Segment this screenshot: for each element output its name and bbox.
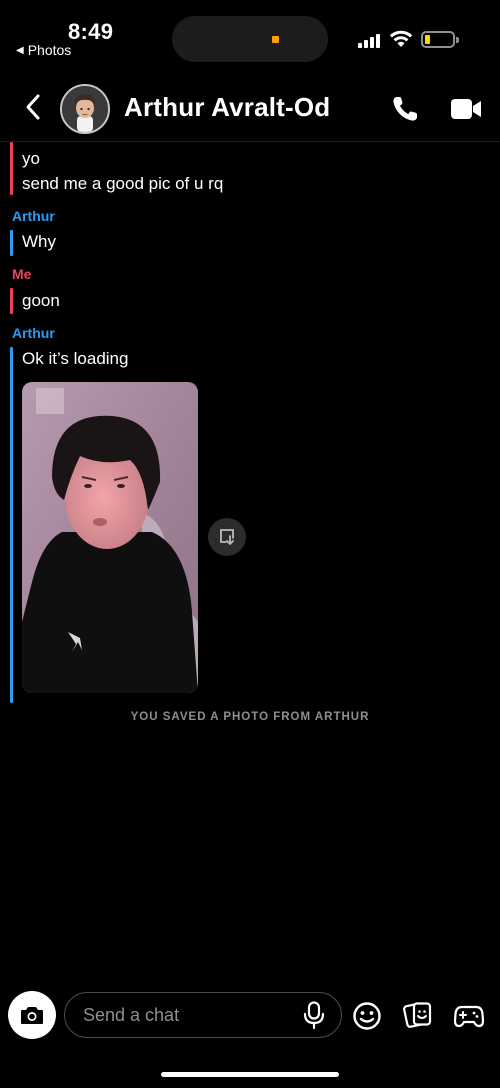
microphone-icon[interactable]	[302, 1001, 326, 1029]
message-text[interactable]: yo	[22, 149, 40, 169]
video-camera-icon[interactable]	[450, 96, 482, 122]
home-indicator[interactable]	[161, 1072, 339, 1077]
recording-indicator	[272, 36, 279, 43]
chat-header: Arthur Avralt-Od	[0, 70, 500, 142]
message-text[interactable]: Ok it’s loading	[22, 349, 128, 369]
back-app-label: Photos	[27, 42, 72, 58]
save-to-camera-roll-button[interactable]	[208, 518, 246, 556]
phone-icon[interactable]	[390, 94, 420, 124]
chevron-left-icon[interactable]	[20, 92, 48, 122]
sender-label: Me	[12, 266, 32, 282]
back-triangle-icon: ◀	[16, 44, 24, 56]
wifi-icon	[389, 30, 413, 47]
sender-label: Arthur	[12, 325, 55, 341]
cellular-signal-icon	[358, 34, 380, 48]
message-bar-me	[10, 288, 13, 314]
save-icon	[220, 529, 234, 545]
sender-label: Arthur	[12, 208, 55, 224]
status-bar: 8:49 ◀ Photos	[0, 0, 500, 70]
message-text[interactable]: goon	[22, 291, 60, 311]
message-bar-arthur	[10, 347, 13, 703]
avatar[interactable]	[60, 84, 110, 134]
camera-icon	[21, 1007, 43, 1024]
game-controller-icon[interactable]	[454, 1002, 484, 1030]
message-text[interactable]: Why	[22, 232, 56, 252]
saved-photo-notice: YOU SAVED A PHOTO FROM ARTHUR	[130, 711, 370, 723]
sticker-icon[interactable]	[403, 1000, 433, 1030]
contact-name[interactable]: Arthur Avralt-Od	[124, 92, 330, 123]
battery-icon	[421, 31, 459, 48]
dynamic-island	[172, 16, 328, 62]
camera-button[interactable]	[8, 991, 56, 1039]
status-time: 8:49	[68, 19, 114, 44]
chat-composer	[0, 988, 500, 1044]
chat-input[interactable]	[64, 992, 342, 1038]
back-to-app-link[interactable]: ◀ Photos	[16, 42, 71, 58]
shared-photo[interactable]	[22, 382, 198, 693]
message-text[interactable]: send me a good pic of u rq	[22, 174, 223, 194]
smiley-icon[interactable]	[352, 1001, 382, 1031]
message-bar-me	[10, 142, 13, 195]
message-bar-arthur	[10, 230, 13, 256]
